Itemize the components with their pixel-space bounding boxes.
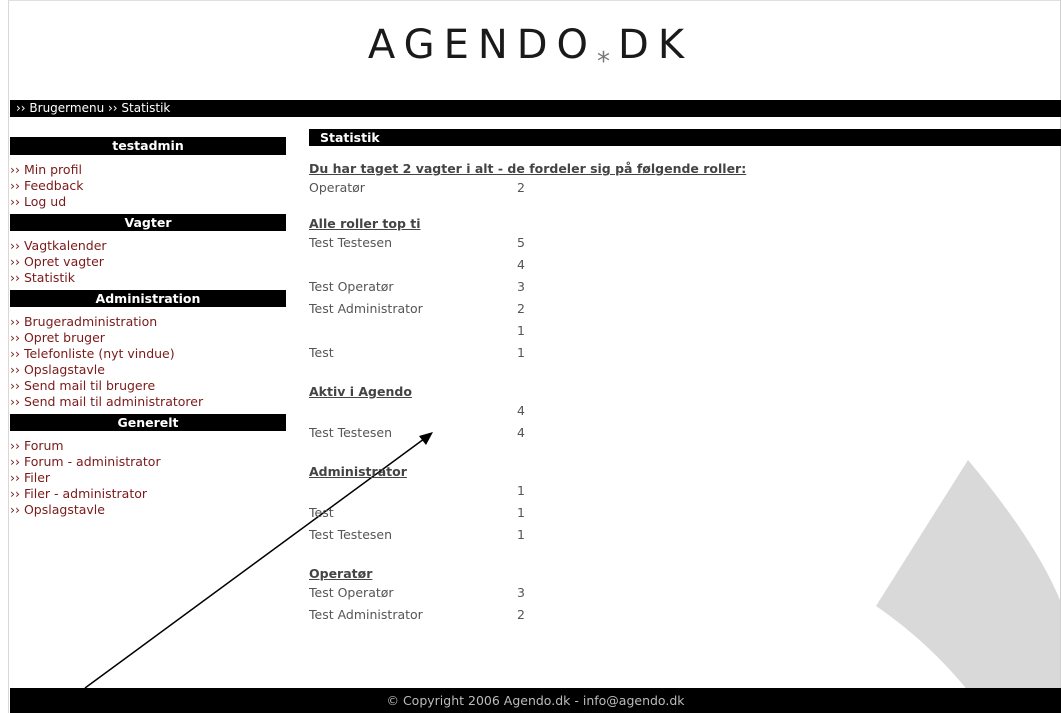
row-value: 1: [517, 345, 525, 360]
row-value: 4: [517, 425, 525, 440]
stats-row: Test Administrator 2: [309, 298, 1061, 320]
sidebar-item-send-mail-administratorer[interactable]: ›› Send mail til administratorer: [10, 394, 286, 410]
row-value: 5: [517, 235, 525, 250]
sidebar-item-statistik[interactable]: ›› Statistik: [10, 270, 286, 286]
logo-star-icon: *: [597, 47, 611, 77]
stats-operator: Operatør Test Operatør 3 Test Administrat…: [309, 566, 1061, 626]
sidebar-heading-user: testadmin: [10, 137, 286, 155]
summary-title: Du har taget 2 vagter i alt - de fordele…: [309, 161, 747, 176]
sidebar-item-brugeradministration[interactable]: ›› Brugeradministration: [10, 314, 286, 330]
stats-row: Test Administrator 2: [309, 604, 1061, 626]
operator-title: Operatør: [309, 566, 373, 581]
logo-text-agendo: AGENDO: [367, 22, 598, 68]
stats-row: 4: [309, 400, 1061, 422]
stats-row: Test Operatør 3: [309, 582, 1061, 604]
row-value: 1: [517, 323, 525, 338]
site-logo[interactable]: AGENDO* DK: [0, 22, 1061, 77]
row-name: Test Testesen: [309, 235, 393, 250]
sidebar-item-log-ud[interactable]: ›› Log ud: [10, 194, 286, 210]
sidebar-item-opret-bruger[interactable]: ›› Opret bruger: [10, 330, 286, 346]
row-name: Test: [309, 505, 334, 520]
row-value: 2: [517, 607, 525, 622]
row-value: 1: [517, 483, 525, 498]
sidebar-item-filer[interactable]: ›› Filer: [10, 470, 286, 486]
row-value: 4: [517, 257, 525, 272]
administrator-title: Administrator: [309, 464, 407, 479]
sidebar: testadmin ›› Min profil ›› Feedback ›› L…: [10, 137, 286, 522]
row-name: Test Operatør: [309, 585, 394, 600]
footer: © Copyright 2006 Agendo.dk - info@agendo…: [10, 688, 1061, 713]
row-value: 1: [517, 527, 525, 542]
window-top-border: [8, 0, 1061, 1]
row-value: 1: [517, 505, 525, 520]
sidebar-item-telefonliste[interactable]: ›› Telefonliste (nyt vindue): [10, 346, 286, 362]
stats-row: Test 1: [309, 502, 1061, 524]
row-value: 4: [517, 403, 525, 418]
page-title-bar: Statistik: [309, 129, 1061, 146]
breadcrumb: ›› Brugermenu ›› Statistik: [10, 100, 1061, 117]
stats-summary: Du har taget 2 vagter i alt - de fordele…: [309, 161, 1061, 199]
sidebar-heading-administration: Administration: [10, 290, 286, 307]
row-name: Operatør: [309, 180, 365, 195]
sidebar-group-vagter: ›› Vagtkalender ›› Opret vagter ›› Stati…: [10, 238, 286, 286]
stats-row: 1: [309, 320, 1061, 342]
page-title: Statistik: [320, 130, 380, 145]
row-name: Test Testesen: [309, 527, 393, 542]
main-content: Statistik Du har taget 2 vagter i alt - …: [309, 129, 1061, 626]
stats-row: Operatør 2: [309, 177, 1061, 199]
window-left-border: [0, 0, 9, 713]
row-value: 2: [517, 301, 525, 316]
sidebar-group-administration: ›› Brugeradministration ›› Opret bruger …: [10, 314, 286, 410]
stats-row: Test Operatør 3: [309, 276, 1061, 298]
sidebar-item-vagtkalender[interactable]: ›› Vagtkalender: [10, 238, 286, 254]
sidebar-heading-generelt: Generelt: [10, 414, 286, 431]
row-name: Test: [309, 345, 334, 360]
sidebar-item-opret-vagter[interactable]: ›› Opret vagter: [10, 254, 286, 270]
sidebar-item-opslagstavle[interactable]: ›› Opslagstavle: [10, 502, 286, 518]
sidebar-group-user: ›› Min profil ›› Feedback ›› Log ud: [10, 162, 286, 210]
stats-row: Test 1: [309, 342, 1061, 364]
sidebar-item-min-profil[interactable]: ›› Min profil: [10, 162, 286, 178]
sidebar-item-forum[interactable]: ›› Forum: [10, 438, 286, 454]
row-value: 2: [517, 180, 525, 195]
row-name: Test Administrator: [309, 301, 423, 316]
row-name: Test Testesen: [309, 425, 393, 440]
row-value: 3: [517, 279, 525, 294]
row-name: Test Administrator: [309, 607, 423, 622]
row-value: 3: [517, 585, 525, 600]
sidebar-item-feedback[interactable]: ›› Feedback: [10, 178, 286, 194]
stats-row: Test Testesen 1: [309, 524, 1061, 546]
sidebar-item-filer-administrator[interactable]: ›› Filer - administrator: [10, 486, 286, 502]
sidebar-item-opslagstavle-admin[interactable]: ›› Opslagstavle: [10, 362, 286, 378]
row-name: Test Operatør: [309, 279, 394, 294]
top-ti-title: Alle roller top ti: [309, 216, 421, 231]
stats-row: 1: [309, 480, 1061, 502]
footer-copyright: © Copyright 2006 Agendo.dk - info@agendo…: [386, 693, 685, 708]
aktiv-title: Aktiv i Agendo: [309, 384, 412, 399]
sidebar-heading-vagter: Vagter: [10, 214, 286, 231]
logo-text-dk: DK: [618, 22, 694, 68]
stats-row: Test Testesen 4: [309, 422, 1061, 444]
sidebar-group-generelt: ›› Forum ›› Forum - administrator ›› Fil…: [10, 438, 286, 518]
stats-row: 4: [309, 254, 1061, 276]
stats-aktiv: Aktiv i Agendo 4 Test Testesen 4: [309, 384, 1061, 444]
stats-administrator: Administrator 1 Test 1 Test Testesen 1: [309, 464, 1061, 546]
sidebar-item-forum-administrator[interactable]: ›› Forum - administrator: [10, 454, 286, 470]
breadcrumb-text: ›› Brugermenu ›› Statistik: [16, 101, 171, 115]
stats-row: Test Testesen 5: [309, 232, 1061, 254]
stats-top-ti: Alle roller top ti Test Testesen 5 4 Test…: [309, 216, 1061, 364]
sidebar-item-send-mail-brugere[interactable]: ›› Send mail til brugere: [10, 378, 286, 394]
